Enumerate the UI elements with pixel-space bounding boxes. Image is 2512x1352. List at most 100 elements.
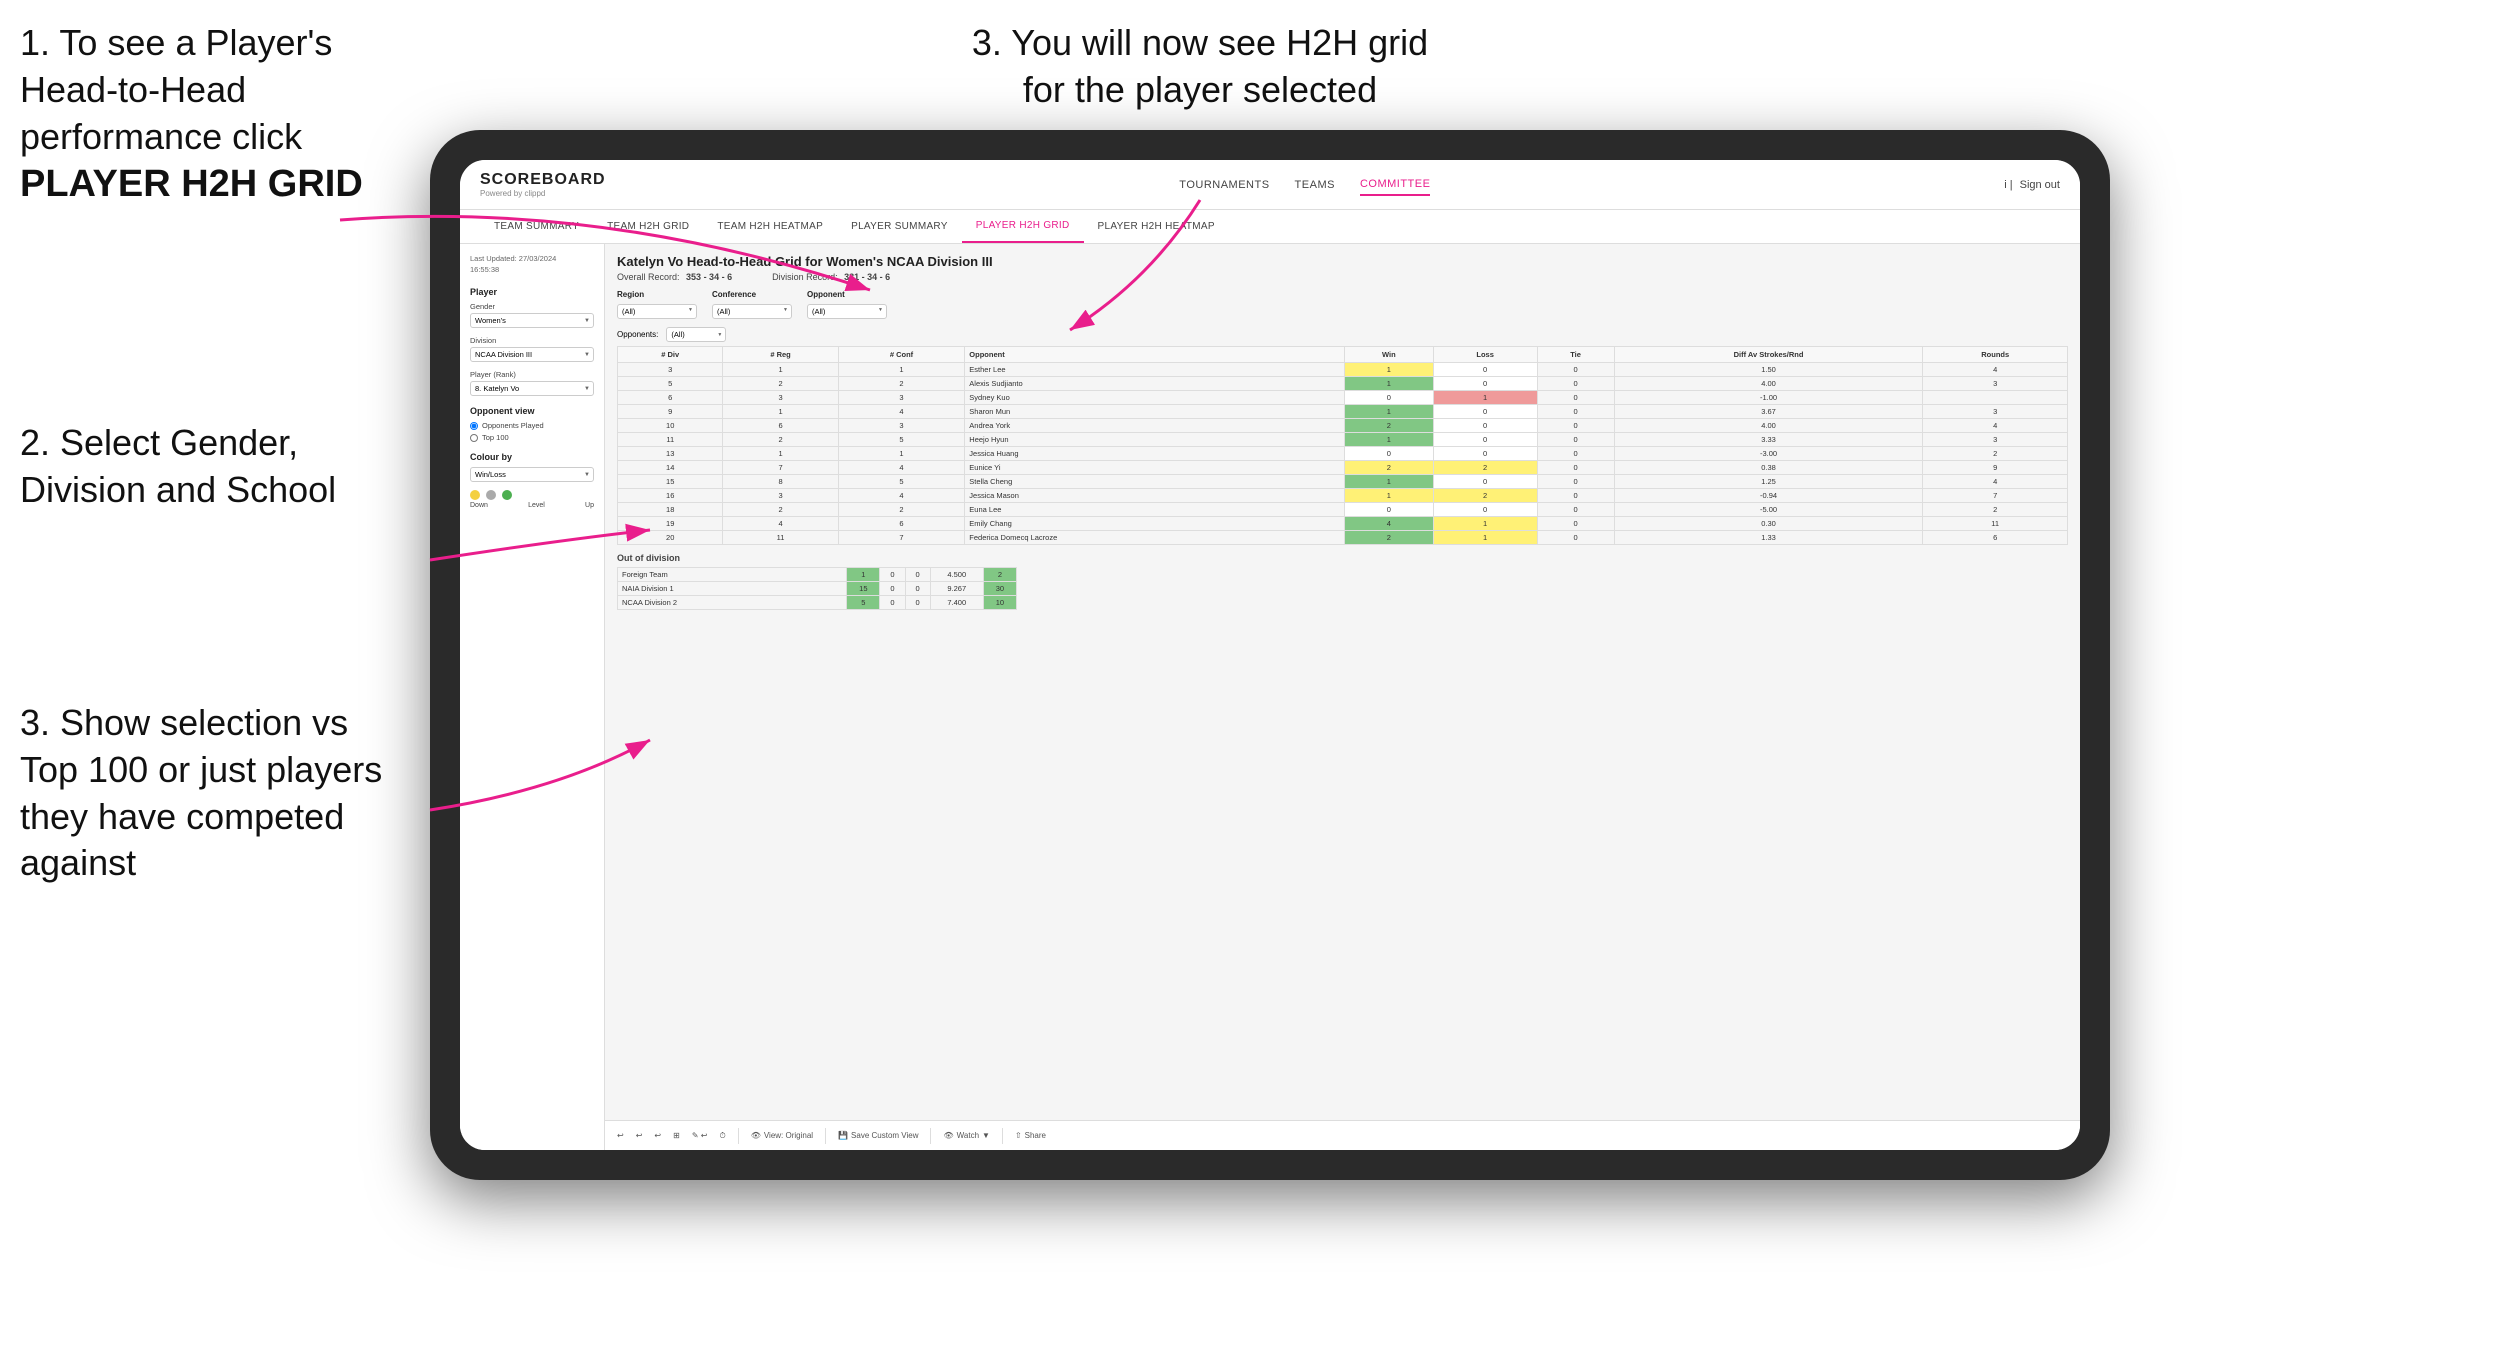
table-row: 16 3 4 Jessica Mason 1 2 0 -0.94 7 — [618, 489, 2068, 503]
opponent-view-radio-group: Opponents Played Top 100 — [470, 421, 594, 442]
toolbar-save-custom[interactable]: 💾 Save Custom View — [838, 1131, 918, 1140]
toolbar-undo[interactable]: ↩ — [617, 1131, 624, 1140]
colour-dot-down — [470, 490, 480, 500]
instruction-step3-right: 3. You will now see H2H grid for the pla… — [950, 20, 1450, 114]
filter-conference-label: Conference — [712, 290, 792, 299]
instruction-step2: 2. Select Gender, Division and School — [20, 420, 380, 514]
logo-sub: Powered by clippd — [480, 189, 606, 198]
table-row: 19 4 6 Emily Chang 4 1 0 0.30 11 — [618, 517, 2068, 531]
toolbar-divider2 — [825, 1128, 826, 1144]
h2h-table: # Div # Reg # Conf Opponent Win Loss Tie… — [617, 346, 2068, 545]
table-row: 9 1 4 Sharon Mun 1 0 0 3.67 3 — [618, 405, 2068, 419]
toolbar-edit[interactable]: ✎ ↩ — [692, 1131, 708, 1140]
colour-by-select-wrapper: Win/Loss — [470, 467, 594, 482]
table-row: 10 6 3 Andrea York 2 0 0 4.00 4 — [618, 419, 2068, 433]
filter-opponent: Opponent (All) — [807, 290, 887, 319]
table-row: 20 11 7 Federica Domecq Lacroze 2 1 0 1.… — [618, 531, 2068, 545]
table-row: 15 8 5 Stella Cheng 1 0 0 1.25 4 — [618, 475, 2068, 489]
toolbar-divider4 — [1002, 1128, 1003, 1144]
toolbar-divider3 — [930, 1128, 931, 1144]
col-tie: Tie — [1537, 347, 1614, 363]
filter-conference-select[interactable]: (All) — [712, 304, 792, 319]
colour-legend — [470, 490, 594, 500]
sidebar-timestamp: Last Updated: 27/03/2024 16:55:38 — [470, 254, 594, 275]
toolbar-divider1 — [738, 1128, 739, 1144]
sidebar-division-label: Division — [470, 336, 594, 345]
sign-out-link[interactable]: Sign out — [2020, 179, 2060, 191]
table-row: 5 2 2 Alexis Sudjianto 1 0 0 4.00 3 — [618, 377, 2068, 391]
logo-main: SCOREBOARD — [480, 171, 606, 189]
toolbar-share[interactable]: ⇧ Share — [1015, 1131, 1046, 1140]
sidebar-player-rank-select-wrapper: 8. Katelyn Vo — [470, 381, 594, 396]
filter-region-select[interactable]: (All) — [617, 304, 697, 319]
colour-dot-up — [502, 490, 512, 500]
filter-opponent-select[interactable]: (All) — [807, 304, 887, 319]
sidebar-gender-label: Gender — [470, 302, 594, 311]
sidebar-division-select[interactable]: NCAA Division III — [470, 347, 594, 362]
left-sidebar: Last Updated: 27/03/2024 16:55:38 Player… — [460, 244, 605, 1150]
opponent-view-title: Opponent view — [470, 406, 594, 416]
col-win: Win — [1344, 347, 1433, 363]
toolbar-view-original[interactable]: 👁 View: Original — [751, 1131, 813, 1140]
col-opponent: Opponent — [965, 347, 1345, 363]
sub-nav-team-h2h-grid[interactable]: TEAM H2H GRID — [593, 210, 703, 243]
sub-nav-team-h2h-heatmap[interactable]: TEAM H2H HEATMAP — [703, 210, 837, 243]
col-reg: # Reg — [723, 347, 838, 363]
colour-by-label: Colour by — [470, 452, 594, 462]
main-content: Last Updated: 27/03/2024 16:55:38 Player… — [460, 244, 2080, 1150]
ood-table-row: Foreign Team 1 0 0 4.500 2 — [618, 568, 1017, 582]
nav-teams[interactable]: TEAMS — [1295, 175, 1335, 195]
sub-nav: TEAM SUMMARY TEAM H2H GRID TEAM H2H HEAT… — [460, 210, 2080, 244]
col-loss: Loss — [1433, 347, 1537, 363]
sub-nav-player-summary[interactable]: PLAYER SUMMARY — [837, 210, 962, 243]
sub-nav-team-summary[interactable]: TEAM SUMMARY — [480, 210, 593, 243]
table-row: 18 2 2 Euna Lee 0 0 0 -5.00 2 — [618, 503, 2068, 517]
sidebar-gender-select[interactable]: Women's — [470, 313, 594, 328]
sub-nav-player-h2h-grid[interactable]: PLAYER H2H GRID — [962, 210, 1084, 243]
instruction-step3-bottom: 3. Show selection vs Top 100 or just pla… — [20, 700, 400, 887]
out-of-division-table: Foreign Team 1 0 0 4.500 2 NAIA Division… — [617, 567, 1017, 610]
opponents-filter-select[interactable]: (All) — [666, 327, 726, 342]
overall-record-value: 353 - 34 - 6 — [686, 272, 732, 282]
opponents-filter-row: Opponents: (All) — [617, 327, 2068, 342]
filter-conference: Conference (All) — [712, 290, 792, 319]
col-rounds: Rounds — [1923, 347, 2068, 363]
header-right: i | Sign out — [2004, 179, 2060, 191]
grid-records: Overall Record: 353 - 34 - 6 Division Re… — [617, 272, 2068, 282]
radio-top100[interactable]: Top 100 — [470, 433, 594, 442]
toolbar-watch[interactable]: 👁 Watch ▼ — [943, 1131, 989, 1140]
col-diff: Diff Av Strokes/Rnd — [1614, 347, 1923, 363]
sidebar-player-title: Player — [470, 287, 594, 297]
app-nav: TOURNAMENTS TEAMS COMMITTEE — [1179, 174, 1430, 196]
colour-by-select[interactable]: Win/Loss — [470, 467, 594, 482]
sidebar-player-rank-label: Player (Rank) — [470, 370, 594, 379]
table-row: 6 3 3 Sydney Kuo 0 1 0 -1.00 — [618, 391, 2068, 405]
toolbar-grid[interactable]: ⊞ — [673, 1131, 680, 1140]
col-conf: # Conf — [838, 347, 965, 363]
tablet-frame: SCOREBOARD Powered by clippd TOURNAMENTS… — [430, 130, 2110, 1180]
app-header: SCOREBOARD Powered by clippd TOURNAMENTS… — [460, 160, 2080, 210]
instruction-step1: 1. To see a Player's Head-to-Head perfor… — [20, 20, 400, 210]
toolbar-undo3[interactable]: ↩ — [654, 1131, 661, 1140]
nav-committee[interactable]: COMMITTEE — [1360, 174, 1431, 196]
toolbar-clock[interactable]: ⏱ — [719, 1131, 725, 1141]
nav-tournaments[interactable]: TOURNAMENTS — [1179, 175, 1269, 195]
filter-region: Region (All) — [617, 290, 697, 319]
sub-nav-player-h2h-heatmap[interactable]: PLAYER H2H HEATMAP — [1084, 210, 1229, 243]
ood-table-row: NAIA Division 1 15 0 0 9.267 30 — [618, 582, 1017, 596]
table-row: 11 2 5 Heejo Hyun 1 0 0 3.33 3 — [618, 433, 2068, 447]
division-record-value: 331 - 34 - 6 — [844, 272, 890, 282]
table-row: 3 1 1 Esther Lee 1 0 0 1.50 4 — [618, 363, 2068, 377]
toolbar-undo2[interactable]: ↩ — [636, 1131, 643, 1140]
sidebar-player-rank-select[interactable]: 8. Katelyn Vo — [470, 381, 594, 396]
opponent-view-section: Opponent view Opponents Played Top 100 — [470, 406, 594, 442]
right-content: Katelyn Vo Head-to-Head Grid for Women's… — [605, 244, 2080, 1150]
col-div: # Div — [618, 347, 723, 363]
sidebar-gender-select-wrapper: Women's — [470, 313, 594, 328]
radio-opponents-played[interactable]: Opponents Played — [470, 421, 594, 430]
colour-by-section: Colour by Win/Loss Down — [470, 452, 594, 509]
app-logo: SCOREBOARD Powered by clippd — [480, 171, 606, 198]
colour-dot-level — [486, 490, 496, 500]
tablet-screen: SCOREBOARD Powered by clippd TOURNAMENTS… — [460, 160, 2080, 1150]
ood-table-row: NCAA Division 2 5 0 0 7.400 10 — [618, 596, 1017, 610]
